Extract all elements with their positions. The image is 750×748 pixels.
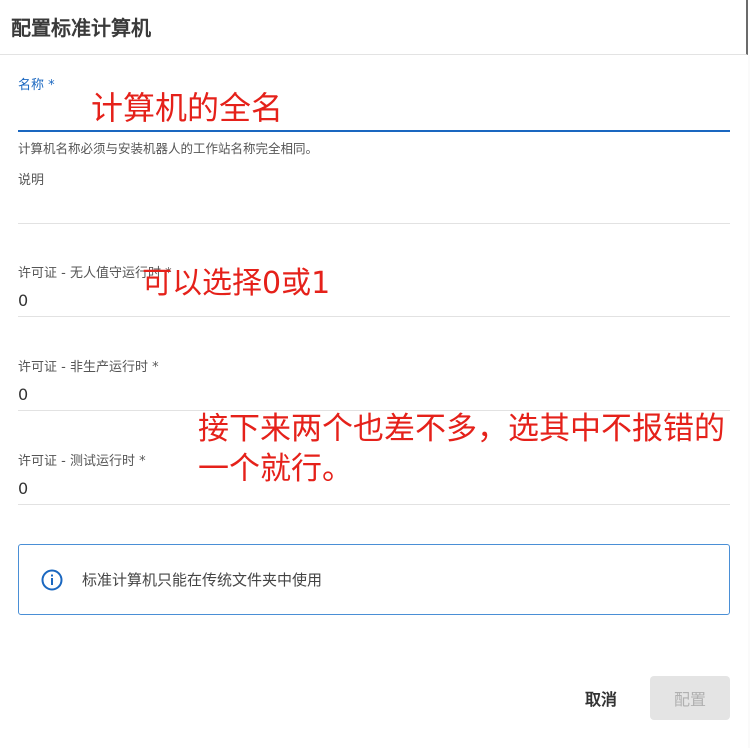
configure-button[interactable]: 配置 bbox=[650, 676, 730, 720]
name-field-label: 名称 * bbox=[18, 78, 55, 93]
description-field[interactable]: 说明 bbox=[18, 168, 730, 226]
info-banner-text: 标准计算机只能在传统文件夹中使用 bbox=[82, 571, 323, 589]
description-field-label: 说明 bbox=[18, 173, 45, 188]
license-unattended-field[interactable]: 许可证 - 无人值守运行时 * 0 bbox=[18, 262, 730, 320]
annotation-license-note: 可以选择0或1 bbox=[142, 266, 331, 301]
license-unattended-underline bbox=[18, 316, 730, 317]
license-nonproduction-label: 许可证 - 非生产运行时 * bbox=[18, 360, 159, 375]
license-nonproduction-field[interactable]: 许可证 - 非生产运行时 * 0 bbox=[18, 356, 730, 414]
dialog-title: 配置标准计算机 bbox=[11, 16, 151, 40]
name-field-underline bbox=[18, 130, 730, 132]
license-testing-underline bbox=[18, 504, 730, 505]
license-unattended-input[interactable]: 0 bbox=[18, 291, 28, 310]
cancel-button[interactable]: 取消 bbox=[570, 676, 632, 720]
info-circle-icon bbox=[41, 569, 63, 591]
license-testing-label: 许可证 - 测试运行时 * bbox=[18, 454, 146, 469]
description-field-underline bbox=[18, 223, 730, 224]
annotation-name-note: 计算机的全名 bbox=[91, 89, 284, 127]
annotation-other-note: 接下来两个也差不多，选其中不报错的一个就行。 bbox=[198, 411, 725, 487]
license-nonproduction-input[interactable]: 0 bbox=[18, 385, 28, 404]
info-banner: 标准计算机只能在传统文件夹中使用 bbox=[18, 544, 730, 615]
license-testing-input[interactable]: 0 bbox=[18, 479, 28, 498]
name-field-hint: 计算机名称必须与安装机器人的工作站名称完全相同。 bbox=[18, 141, 319, 156]
dialog-header: 配置标准计算机 bbox=[0, 0, 748, 55]
